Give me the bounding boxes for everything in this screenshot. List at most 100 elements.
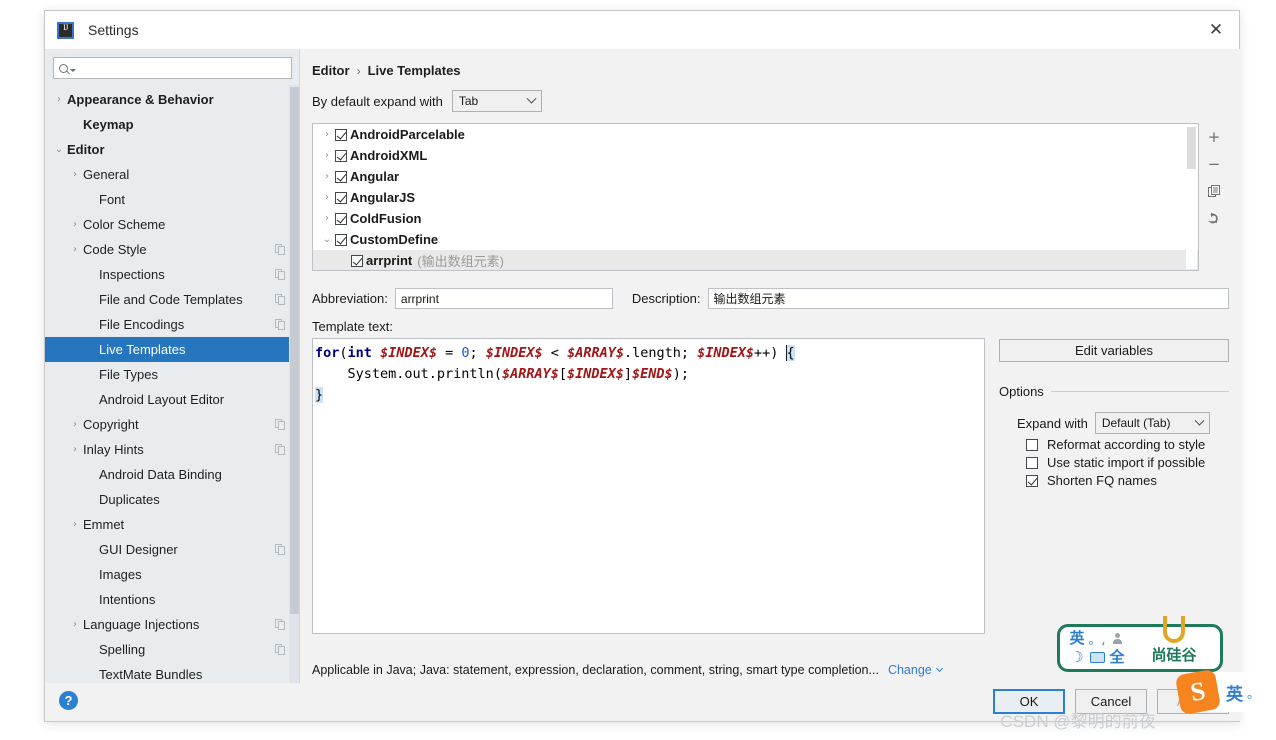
chevron-icon[interactable]: › [67,619,83,630]
expand-with-select[interactable]: Default (Tab) [1094,412,1210,434]
abbreviation-input[interactable] [394,288,613,309]
search-filter-caret-icon[interactable] [70,68,76,72]
sidebar-item-intentions[interactable]: Intentions [45,587,300,612]
option-checkbox[interactable] [1026,456,1038,469]
keyboard-icon[interactable] [1089,652,1105,663]
template-checkbox[interactable] [335,128,347,141]
default-expand-select[interactable]: Tab [451,90,542,112]
revert-icon[interactable] [1204,209,1224,227]
sidebar-item-images[interactable]: Images [45,562,300,587]
user-icon[interactable] [1112,633,1122,644]
code-var-index-4: $INDEX$ [567,366,624,382]
sogou-language-mode[interactable]: 英 [1226,680,1243,705]
templates-list-scrollbar-thumb[interactable] [1187,127,1196,169]
settings-tree[interactable]: › Appearance & Behavior Keymap ⌄ Editor › Gene… [45,87,300,685]
chevron-icon[interactable]: ⌄ [319,234,335,245]
copy-icon[interactable] [1204,182,1224,200]
option-reformat-according-to-style[interactable]: Reformat according to style [999,437,1229,452]
sidebar-item-copyright[interactable]: › Copyright [45,412,300,437]
ime-language-mode[interactable]: 英 [1069,631,1084,646]
sidebar-item-appearance-behavior[interactable]: › Appearance & Behavior [45,87,300,112]
search-box[interactable] [53,57,292,79]
template-row[interactable]: › AndroidXML [313,145,1198,166]
sidebar-item-color-scheme[interactable]: › Color Scheme [45,212,300,237]
chevron-icon[interactable]: › [319,213,335,224]
change-context-link[interactable]: Change [888,663,932,677]
search-input[interactable] [80,60,286,76]
close-icon[interactable]: ✕ [1193,11,1239,49]
sidebar-item-language-injections[interactable]: › Language Injections [45,612,300,637]
breadcrumb-separator-icon: › [356,63,361,78]
ime-brand: 尚硅谷 [1135,615,1213,665]
chevron-icon[interactable]: › [67,444,83,455]
help-icon[interactable]: ? [59,691,78,710]
sidebar-item-code-style[interactable]: › Code Style [45,237,300,262]
breadcrumb-parent[interactable]: Editor [312,63,350,78]
sidebar-item-gui-designer[interactable]: GUI Designer [45,537,300,562]
chevron-icon[interactable]: › [319,150,335,161]
chevron-icon[interactable]: › [67,419,83,430]
template-checkbox[interactable] [351,254,363,267]
templates-list-rows: › AndroidParcelable › AndroidXML › Angular › An… [313,124,1198,270]
copy-icon [275,319,286,330]
add-icon[interactable]: + [1204,128,1224,146]
sidebar-item-spelling[interactable]: Spelling [45,637,300,662]
sogou-ime-bar[interactable]: S 英 。 [1174,668,1276,716]
ime-floating-bar[interactable]: 英 。, ☽ 全 尚硅谷 [1057,615,1223,672]
template-row[interactable]: › Angular [313,166,1198,187]
sidebar-item-file-types[interactable]: File Types [45,362,300,387]
template-checkbox[interactable] [335,191,347,204]
sidebar-item-android-data-binding[interactable]: Android Data Binding [45,462,300,487]
chevron-icon[interactable]: › [51,94,67,105]
sidebar-item-keymap[interactable]: Keymap [45,112,300,137]
option-checkbox[interactable] [1026,474,1038,487]
description-input[interactable] [707,288,1229,309]
chevron-icon[interactable]: › [67,244,83,255]
sidebar-item-editor[interactable]: ⌄ Editor [45,137,300,162]
template-checkbox[interactable] [335,233,347,246]
sidebar-item-emmet[interactable]: › Emmet [45,512,300,537]
template-row[interactable]: › AndroidParcelable [313,124,1198,145]
sidebar-item-general[interactable]: › General [45,162,300,187]
template-text-editor[interactable]: for(int $INDEX$ = 0; $INDEX$ < $ARRAY$.l… [312,338,985,634]
chevron-icon[interactable]: › [67,219,83,230]
code-dot-length: .length; [623,345,698,361]
chevron-icon[interactable]: › [319,192,335,203]
sidebar-item-inlay-hints[interactable]: › Inlay Hints [45,437,300,462]
sidebar-item-inspections[interactable]: Inspections [45,262,300,287]
sidebar-item-font[interactable]: Font [45,187,300,212]
option-use-static-import-if-possible[interactable]: Use static import if possible [999,455,1229,470]
sidebar-item-label: Appearance & Behavior [67,92,214,107]
sogou-punctuation-icon[interactable]: 。 [1247,683,1260,702]
templates-list[interactable]: › AndroidParcelable › AndroidXML › Angular › An… [312,123,1199,271]
sidebar-item-file-and-code-templates[interactable]: File and Code Templates [45,287,300,312]
remove-icon[interactable]: − [1204,155,1224,173]
sidebar-item-textmate-bundles[interactable]: TextMate Bundles [45,662,300,685]
sidebar-scrollbar-thumb[interactable] [290,87,299,614]
chevron-icon[interactable]: › [67,169,83,180]
template-row[interactable]: › ColdFusion [313,208,1198,229]
sidebar-item-live-templates[interactable]: Live Templates [45,337,300,362]
template-checkbox[interactable] [335,170,347,183]
sogou-logo-icon[interactable]: S [1174,668,1222,716]
option-checkbox[interactable] [1026,438,1038,451]
template-checkbox[interactable] [335,149,347,162]
template-row[interactable]: › AngularJS [313,187,1198,208]
templates-list-scrollbar[interactable] [1186,125,1197,269]
sidebar-item-file-encodings[interactable]: File Encodings [45,312,300,337]
sidebar-item-duplicates[interactable]: Duplicates [45,487,300,512]
edit-variables-button[interactable]: Edit variables [999,339,1229,362]
ime-full-width-toggle[interactable]: 全 [1109,650,1124,665]
chevron-icon[interactable]: › [319,129,335,140]
moon-icon[interactable]: ☽ [1070,650,1083,665]
template-row[interactable]: arrprint (输出数组元素) [313,250,1198,270]
template-checkbox[interactable] [335,212,347,225]
chevron-icon[interactable]: › [67,519,83,530]
ime-punctuation-icon[interactable]: 。, [1088,629,1105,648]
chevron-icon[interactable]: › [319,171,335,182]
chevron-icon[interactable]: ⌄ [51,144,67,155]
template-row[interactable]: ⌄ CustomDefine [313,229,1198,250]
option-shorten-fq-names[interactable]: Shorten FQ names [999,473,1229,488]
sidebar-item-android-layout-editor[interactable]: Android Layout Editor [45,387,300,412]
intellij-idea-icon [57,21,74,39]
